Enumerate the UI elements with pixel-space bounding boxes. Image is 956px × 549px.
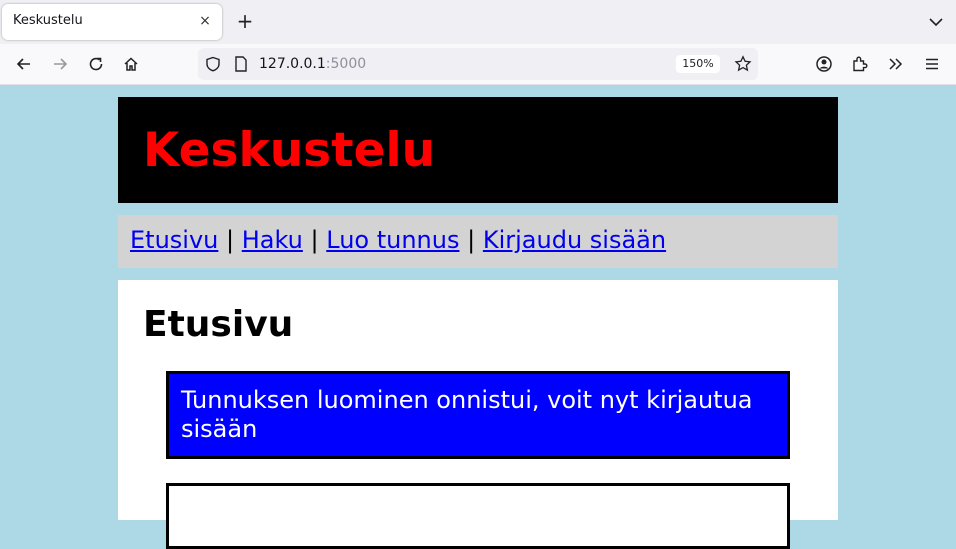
nav-link-kirjaudu-sisaan[interactable]: Kirjaudu sisään	[483, 226, 666, 254]
main-nav: Etusivu | Haku | Luo tunnus | Kirjaudu s…	[118, 215, 838, 268]
page-icon[interactable]	[232, 55, 250, 73]
bookmark-star-icon[interactable]	[733, 54, 753, 74]
content-box	[166, 483, 790, 549]
flash-message-text: Tunnuksen luominen onnistui, voit nyt ki…	[181, 386, 753, 443]
new-tab-icon[interactable]: +	[234, 10, 256, 32]
page-title: Etusivu	[143, 304, 294, 345]
reload-icon[interactable]	[84, 52, 108, 76]
url-host: 127.0.0.1	[259, 56, 326, 72]
tab-title: Keskustelu	[13, 13, 83, 28]
close-tab-icon[interactable]: ×	[196, 12, 214, 30]
nav-link-luo-tunnus[interactable]: Luo tunnus	[326, 226, 459, 254]
nav-link-etusivu[interactable]: Etusivu	[130, 226, 218, 254]
menu-icon[interactable]	[920, 52, 944, 76]
back-icon[interactable]	[12, 52, 36, 76]
flash-message: Tunnuksen luominen onnistui, voit nyt ki…	[166, 371, 790, 459]
nav-separator: |	[226, 226, 235, 254]
main-content: Etusivu Tunnuksen luominen onnistui, voi…	[118, 280, 838, 549]
url-port: :5000	[325, 56, 367, 72]
nav-link-haku[interactable]: Haku	[242, 226, 303, 254]
forward-icon[interactable]	[48, 52, 72, 76]
url-bar[interactable]: 127.0.0.1:5000 150%	[198, 48, 758, 80]
shield-icon[interactable]	[204, 55, 222, 73]
home-icon[interactable]	[119, 52, 143, 76]
zoom-indicator[interactable]: 150%	[676, 55, 720, 73]
account-icon[interactable]	[812, 52, 836, 76]
nav-separator: |	[310, 226, 319, 254]
site-header: Keskustelu	[118, 97, 838, 203]
overflow-chevrons-icon[interactable]	[884, 52, 908, 76]
nav-separator: |	[467, 226, 476, 254]
extensions-icon[interactable]	[848, 52, 872, 76]
chevron-down-icon[interactable]	[926, 12, 946, 32]
navigation-toolbar: 127.0.0.1:5000 150%	[0, 44, 956, 85]
browser-tab[interactable]: Keskustelu ×	[2, 4, 222, 40]
tab-bar: Keskustelu × +	[0, 0, 956, 44]
site-title: Keskustelu	[143, 123, 436, 178]
url-text[interactable]: 127.0.0.1:5000	[259, 56, 366, 72]
